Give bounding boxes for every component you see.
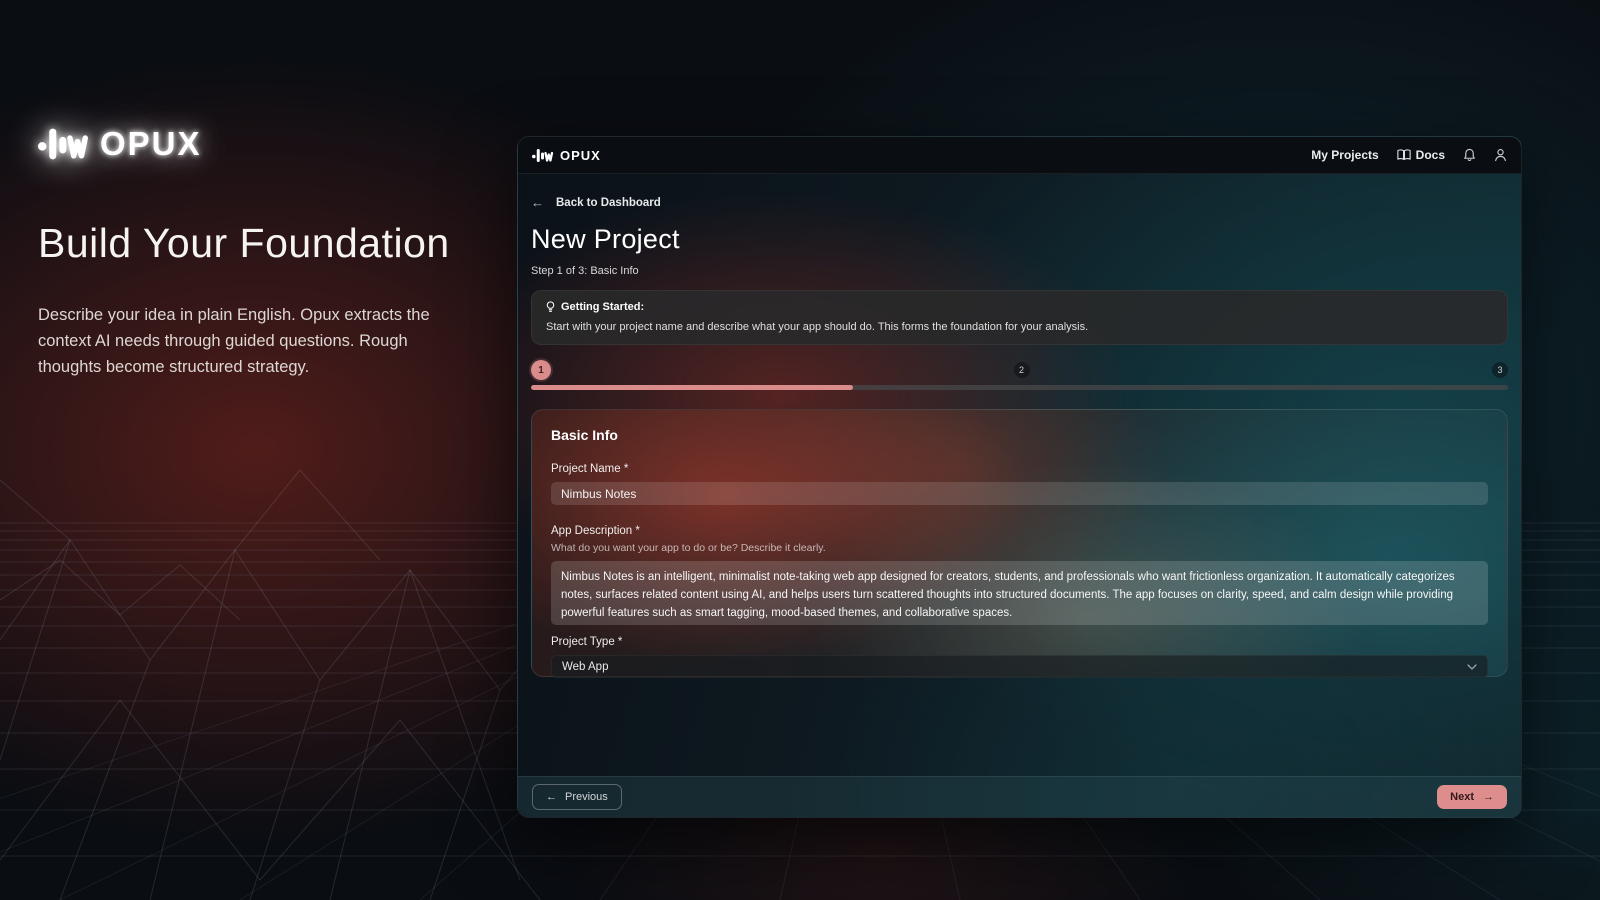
window-body: ← Back to Dashboard New Project Step 1 o… bbox=[518, 174, 1521, 776]
window-header: OPUX My Projects Docs bbox=[518, 137, 1521, 174]
window-footer: ← Previous Next → bbox=[518, 776, 1521, 817]
previous-button[interactable]: ← Previous bbox=[532, 784, 622, 810]
project-name-input[interactable] bbox=[551, 482, 1488, 505]
step-indicator-label: Step 1 of 3: Basic Info bbox=[531, 265, 1508, 277]
nav-my-projects-label: My Projects bbox=[1311, 148, 1378, 162]
header-nav: My Projects Docs bbox=[1311, 148, 1507, 162]
next-arrow-icon: → bbox=[1483, 791, 1494, 803]
chevron-down-icon bbox=[1467, 664, 1477, 670]
nav-docs[interactable]: Docs bbox=[1397, 148, 1445, 162]
account-button[interactable] bbox=[1494, 148, 1507, 162]
nav-my-projects[interactable]: My Projects bbox=[1311, 148, 1378, 162]
project-type-select[interactable]: Web App bbox=[551, 655, 1488, 678]
back-arrow-icon: ← bbox=[531, 195, 544, 210]
previous-arrow-icon: ← bbox=[546, 791, 557, 803]
opux-logo-icon bbox=[38, 127, 90, 161]
basic-info-card: Basic Info Project Name * App Descriptio… bbox=[531, 409, 1508, 677]
project-name-label: Project Name * bbox=[551, 463, 1488, 475]
previous-label: Previous bbox=[565, 791, 608, 803]
back-link-label: Back to Dashboard bbox=[556, 197, 661, 209]
hero-description: Describe your idea in plain English. Opu… bbox=[38, 303, 474, 380]
app-window: OPUX My Projects Docs bbox=[517, 136, 1522, 818]
hero-panel: OPUX Build Your Foundation Describe your… bbox=[38, 125, 500, 380]
app-logo-icon bbox=[532, 148, 554, 163]
project-type-label: Project Type * bbox=[551, 636, 1488, 648]
back-to-dashboard-link[interactable]: ← Back to Dashboard bbox=[531, 195, 661, 210]
notifications-button[interactable] bbox=[1463, 148, 1476, 162]
app-logo-text: OPUX bbox=[560, 148, 601, 163]
hero-title: Build Your Foundation bbox=[38, 219, 500, 267]
step-2-marker[interactable]: 2 bbox=[1014, 362, 1030, 378]
desktop-background: OPUX Build Your Foundation Describe your… bbox=[0, 0, 1600, 900]
next-button[interactable]: Next → bbox=[1437, 785, 1507, 809]
page-title: New Project bbox=[531, 224, 1508, 255]
step-markers: 1 2 3 bbox=[531, 360, 1508, 380]
nav-docs-label: Docs bbox=[1416, 148, 1445, 162]
app-logo[interactable]: OPUX bbox=[532, 148, 601, 163]
step-1-marker[interactable]: 1 bbox=[531, 360, 551, 380]
project-type-value: Web App bbox=[562, 661, 608, 673]
book-icon bbox=[1397, 149, 1411, 161]
tip-body: Start with your project name and describ… bbox=[546, 321, 1493, 333]
opux-logo: OPUX bbox=[38, 125, 500, 163]
progress-fill bbox=[531, 385, 853, 390]
bell-icon bbox=[1463, 148, 1476, 162]
progress-bar bbox=[531, 385, 1508, 390]
tip-title: Getting Started: bbox=[561, 301, 644, 313]
step-3-marker[interactable]: 3 bbox=[1492, 362, 1508, 378]
next-label: Next bbox=[1450, 791, 1474, 803]
form-title: Basic Info bbox=[551, 427, 1488, 443]
app-description-helper: What do you want your app to do or be? D… bbox=[551, 542, 1488, 554]
app-description-textarea[interactable]: Nimbus Notes is an intelligent, minimali… bbox=[551, 561, 1488, 625]
tip-title-row: Getting Started: bbox=[546, 301, 1493, 313]
lightbulb-icon bbox=[546, 301, 555, 313]
getting-started-tip: Getting Started: Start with your project… bbox=[531, 290, 1508, 345]
app-description-label: App Description * bbox=[551, 525, 1488, 537]
opux-wordmark: OPUX bbox=[100, 125, 202, 163]
user-icon bbox=[1494, 148, 1507, 162]
